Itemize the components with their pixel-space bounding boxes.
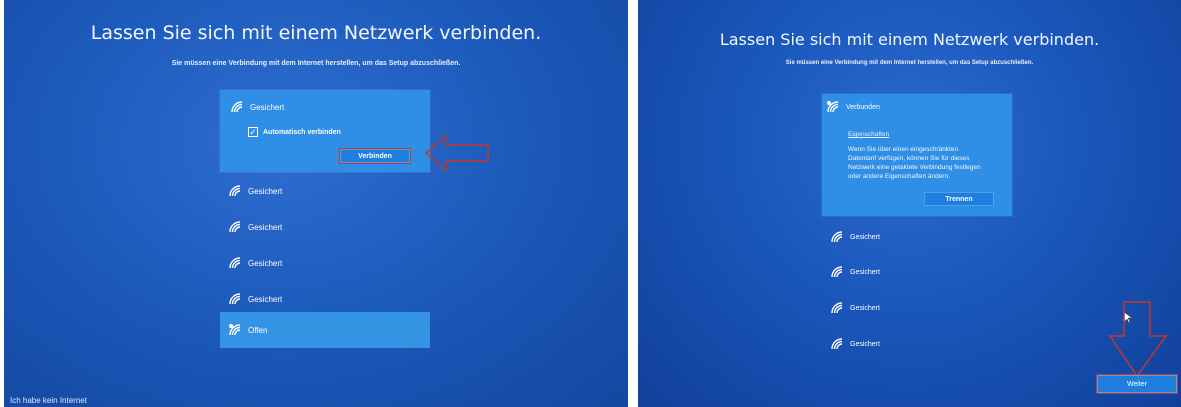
- wifi-icon: [830, 230, 844, 244]
- network-status: Gesichert: [248, 222, 283, 232]
- network-status: Gesichert: [850, 233, 880, 241]
- wifi-open-icon: [826, 100, 840, 114]
- arrow-down-annotation-icon: [1108, 301, 1168, 378]
- network-item-open[interactable]: Offen: [220, 312, 430, 348]
- wifi-icon: [830, 265, 844, 279]
- network-status: Gesichert: [248, 186, 283, 196]
- page-title: Lassen Sie sich mit einem Netzwerk verbi…: [719, 30, 1100, 49]
- network-item[interactable]: Gesichert: [228, 184, 282, 198]
- wifi-icon: [830, 301, 844, 315]
- network-status: Verbunden: [846, 103, 880, 111]
- network-item[interactable]: Gesichert: [830, 230, 880, 244]
- network-status: Gesichert: [850, 304, 880, 312]
- network-item[interactable]: Gesichert: [228, 292, 282, 306]
- page-subtitle: Sie müssen eine Verbindung mit dem Inter…: [785, 60, 1034, 66]
- network-status: Gesichert: [250, 102, 285, 112]
- network-item[interactable]: Gesichert: [830, 265, 880, 279]
- connect-button[interactable]: Verbinden: [339, 148, 411, 164]
- selected-network-header: Gesichert: [230, 100, 284, 114]
- network-item[interactable]: Gesichert: [228, 256, 282, 270]
- wifi-open-icon: [228, 323, 242, 337]
- info-line: Wenn Sie über einen eingeschränkten: [848, 146, 959, 153]
- info-line: Datentarif verfügen, können Sie für dies…: [848, 155, 970, 162]
- auto-connect-row[interactable]: ✓ Automatisch verbinden: [248, 127, 341, 137]
- wifi-icon: [230, 100, 244, 114]
- wifi-icon: [830, 337, 844, 351]
- network-item[interactable]: Gesichert: [228, 220, 282, 234]
- auto-connect-checkbox[interactable]: ✓: [248, 127, 258, 137]
- properties-link[interactable]: Eigenschaften: [848, 131, 889, 138]
- network-status: Gesichert: [850, 268, 880, 276]
- wifi-icon: [228, 184, 242, 198]
- connected-network-header: Verbunden: [826, 100, 880, 114]
- metered-info-text: Wenn Sie über einen eingeschränkten Date…: [848, 145, 1008, 181]
- page-title: Lassen Sie sich mit einem Netzwerk verbi…: [90, 22, 542, 44]
- wifi-icon: [228, 292, 242, 306]
- network-status: Gesichert: [850, 340, 880, 348]
- screenshot-right: Lassen Sie sich mit einem Netzwerk verbi…: [638, 0, 1181, 407]
- wifi-icon: [228, 220, 242, 234]
- auto-connect-label: Automatisch verbinden: [263, 128, 341, 136]
- network-status: Gesichert: [248, 294, 283, 304]
- arrow-left-annotation-icon: [424, 134, 489, 172]
- network-status: Offen: [248, 325, 268, 335]
- network-status: Gesichert: [248, 258, 283, 268]
- info-line: oder andere Eigenschaften ändern.: [848, 173, 950, 180]
- page-subtitle: Sie müssen eine Verbindung mit dem Inter…: [171, 60, 461, 67]
- screenshot-left: Lassen Sie sich mit einem Netzwerk verbi…: [4, 0, 628, 407]
- disconnect-button[interactable]: Trennen: [924, 192, 994, 206]
- selected-network-card[interactable]: Gesichert ✓ Automatisch verbinden Verbin…: [220, 90, 430, 172]
- wifi-icon: [228, 256, 242, 270]
- network-item[interactable]: Gesichert: [830, 337, 880, 351]
- connected-network-card[interactable]: Verbunden Eigenschaften Wenn Sie über ei…: [822, 94, 1012, 216]
- next-button[interactable]: Weiter: [1096, 374, 1178, 394]
- network-item[interactable]: Gesichert: [830, 301, 880, 315]
- info-line: Netzwerk eine getaktete Verbindung festl…: [848, 164, 981, 171]
- no-internet-link[interactable]: Ich habe kein Internet: [10, 396, 87, 405]
